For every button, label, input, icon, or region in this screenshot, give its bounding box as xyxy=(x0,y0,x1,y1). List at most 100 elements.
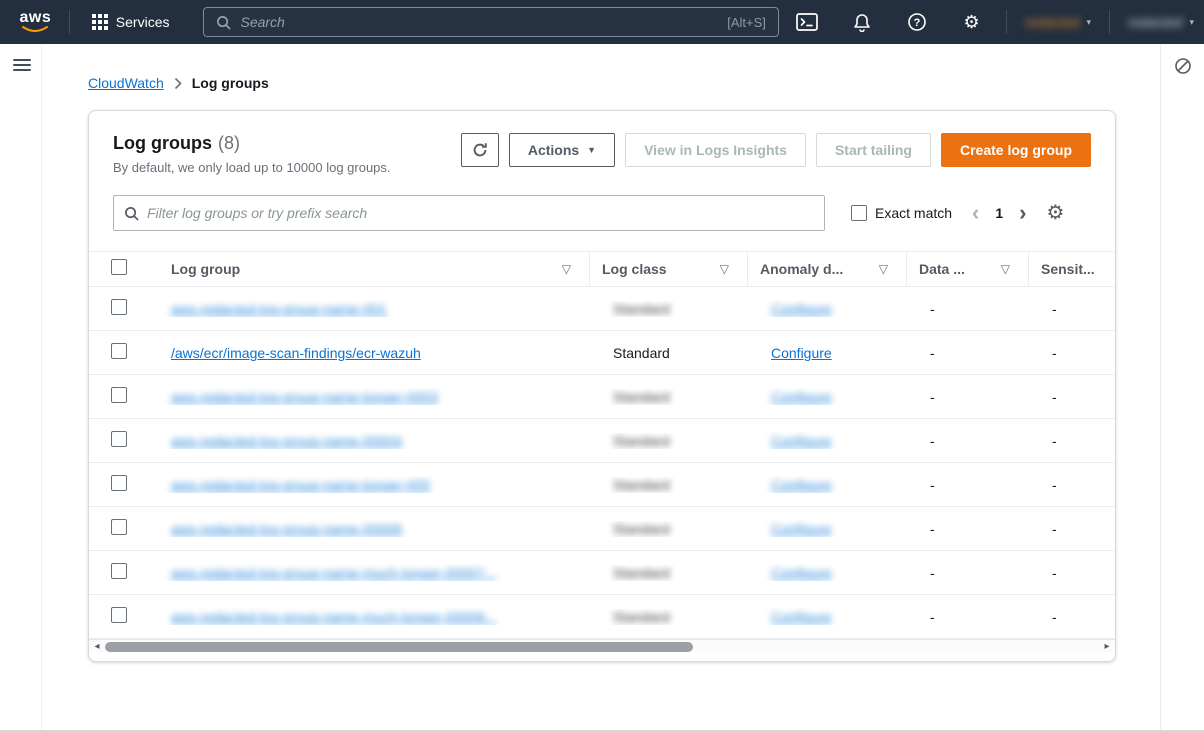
table-preferences-gear-icon[interactable]: ⚙ xyxy=(1046,203,1064,223)
exact-match-label: Exact match xyxy=(875,205,952,221)
data-protection-value: - xyxy=(906,345,1028,361)
configure-link[interactable]: Configure xyxy=(771,389,832,405)
scroll-right-arrow-icon[interactable]: ▸ xyxy=(1099,641,1115,652)
nav-divider xyxy=(1109,10,1110,34)
create-log-group-button[interactable]: Create log group xyxy=(941,133,1091,167)
exact-match-checkbox[interactable] xyxy=(851,205,867,221)
sort-filter-icon[interactable]: ▽ xyxy=(720,262,729,276)
scrollbar-thumb[interactable] xyxy=(105,642,693,652)
configure-link[interactable]: Configure xyxy=(771,477,832,493)
log-group-link[interactable]: /aws/ecr/image-scan-findings/ecr-wazuh xyxy=(171,345,421,361)
filter-log-groups-input[interactable] xyxy=(147,205,814,221)
configure-link[interactable]: Configure xyxy=(771,565,832,581)
start-tailing-button[interactable]: Start tailing xyxy=(816,133,931,167)
log-group-link[interactable]: aws-redacted-log-group-name-longer-0003 xyxy=(171,389,438,405)
actions-button[interactable]: Actions ▼ xyxy=(509,133,615,167)
column-header-log-class[interactable]: Log class ▽ xyxy=(589,252,747,286)
select-all-checkbox[interactable] xyxy=(111,259,127,275)
column-header-data-protection[interactable]: Data ... ▽ xyxy=(906,252,1028,286)
table-header-row: Log group ▽ Log class ▽ Anomaly d... ▽ D… xyxy=(89,252,1115,287)
log-class-value: Standard xyxy=(613,477,670,493)
log-groups-table: Log group ▽ Log class ▽ Anomaly d... ▽ D… xyxy=(89,251,1115,661)
notifications-button[interactable] xyxy=(842,0,883,44)
global-search-input[interactable] xyxy=(240,14,718,30)
breadcrumb-current: Log groups xyxy=(192,75,269,91)
configure-link[interactable]: Configure xyxy=(771,301,832,317)
sort-filter-icon[interactable]: ▽ xyxy=(562,262,571,276)
breadcrumb-chevron-icon xyxy=(174,77,182,90)
region-selector[interactable]: redacted ▾ xyxy=(1015,0,1101,44)
previous-page-button[interactable]: ‹ xyxy=(972,202,979,224)
search-shortcut-hint: [Alt+S] xyxy=(727,15,766,30)
aws-logo[interactable]: aws xyxy=(16,11,55,34)
table-row: aws-redacted-log-group-name-longer-005 S… xyxy=(89,463,1115,507)
breadcrumb-cloudwatch-link[interactable]: CloudWatch xyxy=(88,75,164,91)
table-row: aws-redacted-log-group-name-much-longer-… xyxy=(89,595,1115,639)
column-header-log-group[interactable]: Log group ▽ xyxy=(159,252,589,286)
filter-row: Exact match ‹ 1 › ⚙ xyxy=(89,175,1115,231)
global-search[interactable]: [Alt+S] xyxy=(203,7,778,37)
settings-button[interactable]: ⚙ xyxy=(951,0,992,44)
table-row: aws-redacted-log-group-name-00004 Standa… xyxy=(89,419,1115,463)
column-label: Sensit... xyxy=(1041,261,1095,277)
table-row: aws-redacted-log-group-name-001 Standard… xyxy=(89,287,1115,331)
log-group-link[interactable]: aws-redacted-log-group-name-much-longer-… xyxy=(171,565,496,581)
log-group-link[interactable]: aws-redacted-log-group-name-00006 xyxy=(171,521,402,537)
row-checkbox[interactable] xyxy=(111,519,127,535)
sensitive-data-value: - xyxy=(1028,301,1116,317)
account-label: redacted xyxy=(1128,14,1182,30)
column-label: Anomaly d... xyxy=(760,261,843,277)
column-header-anomaly-detection[interactable]: Anomaly d... ▽ xyxy=(747,252,906,286)
log-class-value: Standard xyxy=(613,301,670,317)
row-checkbox[interactable] xyxy=(111,343,127,359)
row-checkbox[interactable] xyxy=(111,607,127,623)
log-class-value: Standard xyxy=(613,389,670,405)
pagination: ‹ 1 › xyxy=(972,202,1026,224)
sensitive-data-value: - xyxy=(1028,389,1116,405)
create-log-group-label: Create log group xyxy=(960,142,1072,158)
help-button[interactable]: ? xyxy=(896,0,937,44)
log-group-link[interactable]: aws-redacted-log-group-name-much-longer-… xyxy=(171,609,496,625)
configure-link[interactable]: Configure xyxy=(771,609,832,625)
sort-filter-icon[interactable]: ▽ xyxy=(1001,262,1010,276)
refresh-button[interactable] xyxy=(461,133,499,167)
page-title: Log groups xyxy=(113,133,212,153)
row-checkbox[interactable] xyxy=(111,431,127,447)
data-protection-value: - xyxy=(906,477,1028,493)
account-menu[interactable]: redacted ▾ xyxy=(1118,0,1204,44)
next-page-button[interactable]: › xyxy=(1019,202,1026,224)
configure-link[interactable]: Configure xyxy=(771,521,832,537)
scroll-left-arrow-icon[interactable]: ◂ xyxy=(89,641,105,652)
hamburger-menu-icon[interactable] xyxy=(13,58,31,72)
column-header-sensitive[interactable]: Sensit... xyxy=(1028,252,1116,286)
configure-link[interactable]: Configure xyxy=(771,433,832,449)
row-checkbox[interactable] xyxy=(111,387,127,403)
log-group-link[interactable]: aws-redacted-log-group-name-longer-005 xyxy=(171,477,430,493)
sort-filter-icon[interactable]: ▽ xyxy=(879,262,888,276)
card-bottom-padding xyxy=(89,653,1115,661)
row-checkbox[interactable] xyxy=(111,475,127,491)
configure-link[interactable]: Configure xyxy=(771,345,832,361)
sensitive-data-value: - xyxy=(1028,345,1116,361)
row-checkbox[interactable] xyxy=(111,563,127,579)
services-menu-button[interactable]: Services xyxy=(84,14,178,30)
subtitle: By default, we only load up to 10000 log… xyxy=(113,160,391,175)
table-row: aws-redacted-log-group-name-longer-0003 … xyxy=(89,375,1115,419)
item-count: (8) xyxy=(218,133,240,153)
breadcrumb: CloudWatch Log groups xyxy=(88,73,1160,93)
cloudshell-button[interactable] xyxy=(787,0,828,44)
view-in-logs-insights-button[interactable]: View in Logs Insights xyxy=(625,133,806,167)
region-label: redacted xyxy=(1025,14,1079,30)
sensitive-data-value: - xyxy=(1028,521,1116,537)
row-checkbox[interactable] xyxy=(111,299,127,315)
side-panel-icon[interactable] xyxy=(1174,57,1192,75)
data-protection-value: - xyxy=(906,609,1028,625)
left-sidebar-rail xyxy=(0,44,42,730)
horizontal-scrollbar[interactable]: ◂ ▸ xyxy=(89,639,1115,653)
chevron-down-icon: ▾ xyxy=(1086,17,1091,28)
log-group-link[interactable]: aws-redacted-log-group-name-001 xyxy=(171,301,387,317)
log-group-link[interactable]: aws-redacted-log-group-name-00004 xyxy=(171,433,402,449)
log-groups-card: Log groups (8) By default, we only load u… xyxy=(88,110,1116,662)
title-block: Log groups (8) By default, we only load u… xyxy=(113,133,391,175)
data-protection-value: - xyxy=(906,521,1028,537)
